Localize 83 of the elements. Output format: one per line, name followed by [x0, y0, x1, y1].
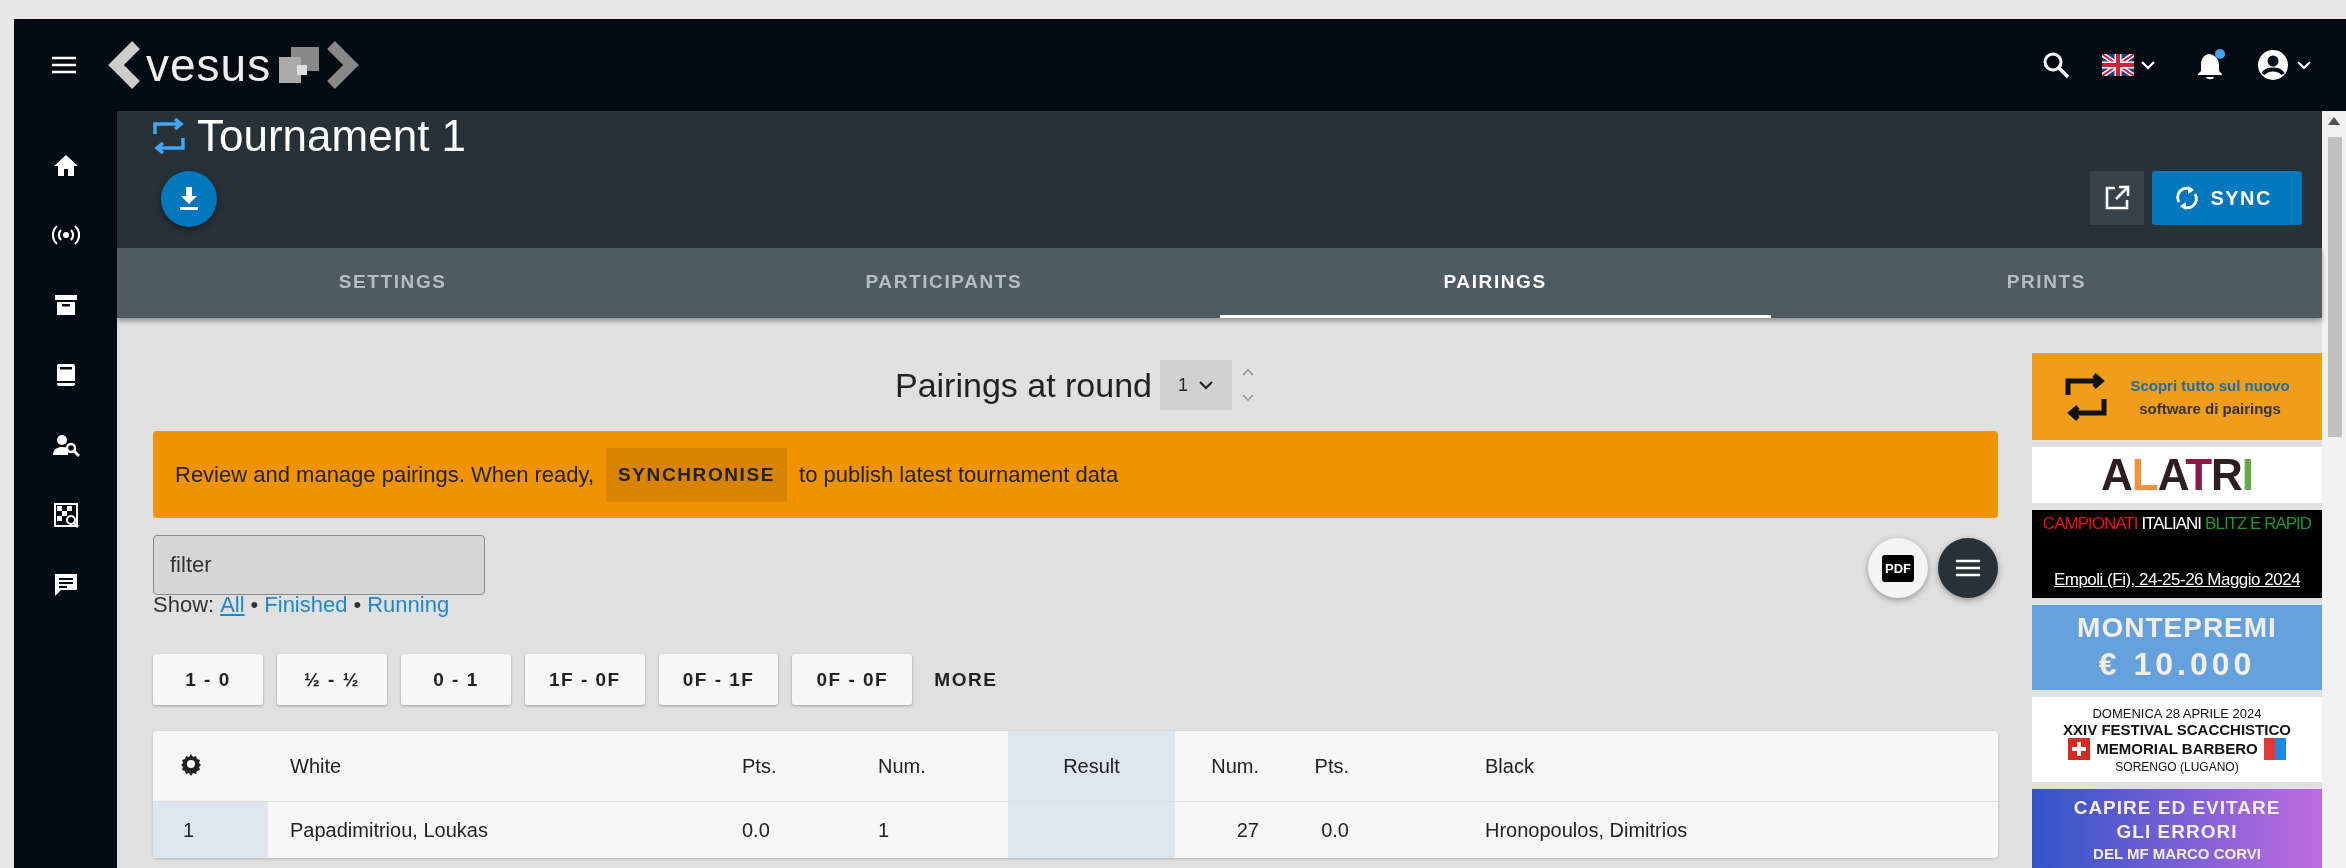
player-name: Hronopoulos, Dimitrios [1484, 818, 1689, 842]
sync-icon [2174, 184, 2201, 212]
tab[interactable]: PARTICIPANTS [668, 248, 1220, 318]
result-button[interactable]: 1F - 0F [525, 654, 645, 705]
ad-banner[interactable]: Scopri tutto sul nuovo software di pairings [2032, 353, 2322, 440]
result-button[interactable]: 1 - 0 [153, 654, 263, 705]
ad-text: ITALIANI [2141, 514, 2202, 534]
chevron-left-icon [108, 41, 140, 89]
ad-text: DEL MF MARCO CORVI [2093, 845, 2261, 862]
table-cell-text: 27 [1235, 818, 1260, 842]
more-button[interactable]: MORE [926, 668, 1006, 691]
scrollbar-thumb[interactable] [2328, 137, 2342, 437]
account-icon [2256, 48, 2290, 82]
logo-text: vesus [146, 42, 272, 88]
caret-icon [2140, 60, 2156, 70]
ad-text: Empoli (Fi), 24-25-26 Maggio 2024 [2053, 570, 2301, 590]
ad-text: DOMENICA 28 APRILE 2024 [2092, 705, 2262, 721]
menu-icon[interactable] [52, 56, 76, 74]
round-select[interactable]: 1 [1160, 360, 1232, 410]
column-header: White [289, 754, 343, 778]
open-external-button[interactable] [2090, 171, 2145, 225]
result-button[interactable]: 0F - 1F [658, 654, 779, 705]
ad-text: GLI ERRORI [2116, 821, 2238, 843]
checkerboard-search-icon[interactable] [51, 501, 80, 529]
tournament-title: Tournament 1 [197, 110, 467, 162]
result-button[interactable]: 0F - 0F [792, 654, 913, 705]
tab[interactable]: PRINTS [1770, 248, 2322, 318]
synchronise-button[interactable]: SYNCHRONISE [606, 447, 787, 502]
column-header: Num. [1210, 754, 1260, 778]
pdf-button[interactable]: PDF [1868, 538, 1928, 598]
tab[interactable]: SETTINGS [117, 248, 669, 318]
round-label: Pairings at round [894, 365, 1152, 405]
table-cell-text: 1 [877, 818, 891, 842]
ad-banner[interactable]: DOMENICA 28 APRILE 2024 XXIV FESTIVAL SCACCHISTICO MEMORIAL BARBERO SORENGO (LUGANO) [2032, 697, 2322, 782]
show-label: Show: [153, 592, 215, 618]
ad-text: MONTEPREMI [2077, 612, 2277, 644]
ad-text: € 10.000 [2098, 646, 2256, 683]
notice-text: Review and manage pairings. When ready, [175, 461, 595, 488]
chevron-right-icon [327, 41, 360, 89]
ad-banner[interactable]: CAMPIONATI ITALIANI BLITZ E RAPID Empoli (Fi), 24-25-26 Maggio 2024 [2032, 510, 2322, 598]
column-header: Num. [877, 754, 927, 778]
open-external-icon [2104, 185, 2131, 211]
ad-text: CAMPIONATI [2042, 514, 2138, 534]
ad-text: BLITZ E RAPID [2205, 514, 2312, 534]
table-cell-text: 0.0 [741, 818, 771, 842]
tab[interactable]: PAIRINGS [1219, 248, 1771, 318]
menu-icon [1956, 559, 1980, 577]
board-number: 1 [183, 818, 195, 842]
column-header: Black [1484, 754, 1535, 778]
swiss-flag-icon [2068, 737, 2091, 760]
separator-dot: • [353, 592, 362, 618]
repeat-icon [2064, 372, 2109, 421]
squares-icon [277, 45, 322, 85]
flag-icon [2102, 54, 2134, 76]
ad-text: XXIV FESTIVAL SCACCHISTICO [2063, 720, 2291, 738]
ad-banner[interactable]: ALATRI [2032, 447, 2322, 503]
coat-of-arms-icon [2263, 737, 2286, 760]
column-header: Pts. [741, 754, 778, 778]
menu-button[interactable] [1938, 538, 1998, 598]
column-header: Pts. [1313, 754, 1350, 778]
notice-text: to publish latest tournament data [799, 461, 1119, 488]
ad-text: Scopri tutto sul nuovo [2130, 376, 2290, 394]
result-button[interactable]: ½ - ½ [277, 654, 387, 705]
player-name: Papadimitriou, Loukas [289, 818, 489, 842]
scroll-up-icon[interactable] [2328, 117, 2340, 125]
download-icon [178, 187, 200, 211]
result-cell[interactable] [1008, 802, 1175, 858]
ad-text: SORENGO (LUGANO) [2115, 759, 2239, 774]
sync-button[interactable]: SYNC [2152, 171, 2302, 225]
ad-text: software di pairings [2139, 399, 2281, 417]
caret-icon [1198, 380, 1214, 390]
filter-field[interactable]: filter [153, 535, 485, 595]
result-button[interactable]: 0 - 1 [401, 654, 511, 705]
separator-dot: • [250, 592, 259, 618]
ad-banner[interactable]: CAPIRE ED EVITARE GLI ERRORI DEL MF MARCO CORVI [2032, 789, 2322, 868]
download-button[interactable] [161, 171, 217, 227]
search-icon[interactable] [2042, 51, 2070, 79]
ad-text: MEMORIAL BARBERO [2096, 740, 2258, 757]
caret-icon [2296, 60, 2312, 70]
ad-text: CAPIRE ED EVITARE [2073, 797, 2281, 819]
ad-logo-text: ALATRI [2100, 450, 2254, 500]
table-cell-text: 0.0 [1320, 818, 1350, 842]
column-header: Result [1063, 754, 1120, 778]
